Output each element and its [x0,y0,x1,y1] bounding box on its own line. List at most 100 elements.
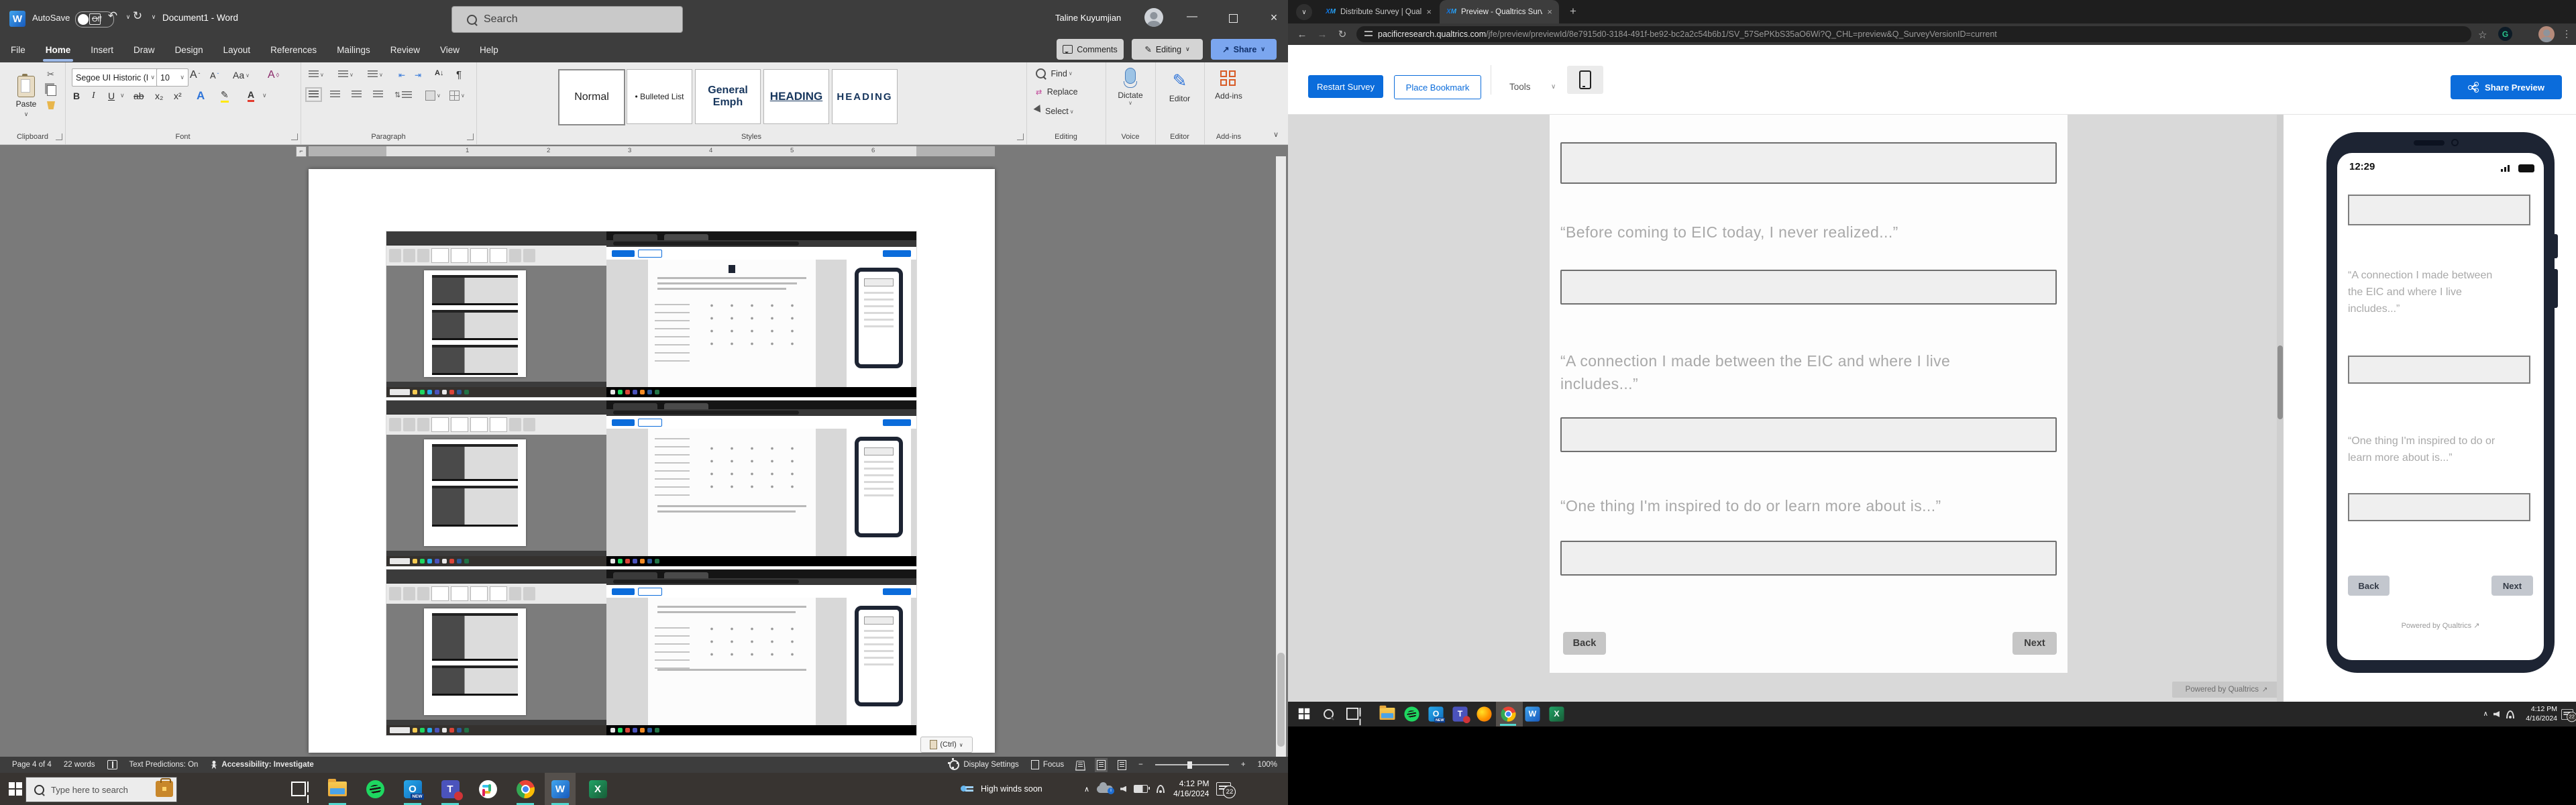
tab-view[interactable]: View [439,42,461,58]
taskbar-teams[interactable]: T [440,779,460,799]
preview-scrollbar[interactable] [2277,115,2284,702]
text-entry-q4[interactable] [1560,541,2057,576]
embedded-screenshot-3[interactable] [386,570,916,735]
strikethrough-button[interactable]: ab [133,91,144,101]
close-tab-icon[interactable]: × [1547,7,1552,17]
wifi-icon[interactable] [2505,710,2516,718]
select-button[interactable]: Select∨ [1036,106,1074,117]
read-mode-button[interactable] [1076,760,1085,770]
zoom-in-button[interactable]: + [1241,761,1246,769]
display-settings-button[interactable]: Display Settings [949,760,1018,770]
taskbar-outlook[interactable]: O [402,779,423,799]
embedded-screenshot-2[interactable] [386,400,916,566]
taskbar-slack[interactable] [478,779,498,799]
tab-home[interactable]: Home [44,42,72,58]
subscript-button[interactable]: x₂ [155,91,163,101]
font-size-select[interactable]: 10∨ [156,68,189,87]
taskbar-clock[interactable]: 4:12 PM4/16/2024 [2526,702,2557,727]
taskbar-excel[interactable]: X [1547,704,1566,723]
redo-button[interactable]: ↻ [129,9,146,23]
addins-button[interactable]: Add-ins [1204,70,1253,101]
text-entry-m1[interactable] [2348,195,2530,225]
web-layout-button[interactable] [1118,760,1126,770]
multilevel-list-button[interactable]: ∨ [368,70,383,78]
taskbar-clock[interactable]: 4:12 PM4/16/2024 [1173,779,1209,799]
chrome-menu-icon[interactable]: ⋮ [2562,28,2571,40]
text-effects-button[interactable]: A [197,89,205,103]
shading-button[interactable]: ∨ [425,91,441,101]
tab-references[interactable]: References [269,42,318,58]
battery-icon[interactable] [1134,785,1148,793]
text-entry-q2[interactable] [1560,270,2057,305]
style-heading1[interactable]: HEADING [763,69,829,124]
tab-selector[interactable]: ⌐ [296,146,307,157]
bookmark-star-icon[interactable]: ☆ [2478,29,2487,41]
url-bar[interactable]: pacificresearch.qualtrics.com/jfe/previe… [1356,26,2471,42]
new-tab-button[interactable]: + [1570,5,1576,18]
speaker-icon[interactable] [1120,786,1126,792]
styles-dialog-launcher-icon[interactable] [1017,133,1024,140]
taskbar-spotify[interactable] [365,779,385,799]
grow-font-button[interactable]: Aˆ [190,69,200,81]
line-spacing-button[interactable]: ⇅ [394,91,412,99]
shrink-font-button[interactable]: Aˇ [210,70,219,80]
text-predictions[interactable]: Text Predictions: On [129,761,199,769]
back-button-desktop[interactable]: Back [1563,632,1606,655]
mobile-view-toggle[interactable] [1567,66,1603,94]
focus-button[interactable]: Focus [1031,760,1064,769]
style-bulleted-list[interactable]: • Bulleted List [627,69,692,124]
clear-formatting-button[interactable]: A◊ [268,69,279,81]
scrollbar-thumb[interactable] [1277,653,1285,747]
comments-button[interactable]: Comments [1057,39,1124,60]
taskbar-spotify[interactable] [1402,704,1421,723]
taskbar-word[interactable]: W [1523,704,1542,723]
document-scrollbar[interactable] [1276,156,1286,757]
site-settings-icon[interactable] [1364,31,1373,38]
search-button[interactable] [1319,704,1338,723]
back-button[interactable]: ← [1292,29,1312,40]
tab-help[interactable]: Help [478,42,500,58]
replace-button[interactable]: ⇄ Replace [1036,87,1078,97]
taskbar-file-explorer[interactable] [1378,704,1397,723]
clipboard-dialog-launcher-icon[interactable] [56,133,62,140]
underline-button[interactable]: U [108,91,115,101]
zoom-slider[interactable] [1155,764,1229,765]
decrease-indent-button[interactable]: ⇤ [398,70,405,80]
taskbar-chrome[interactable] [515,779,535,799]
editing-mode-button[interactable]: ✎Editing∨ [1132,39,1203,60]
italic-button[interactable]: I [92,91,95,101]
powered-by-qualtrics-mobile[interactable]: Powered by Qualtrics ↗ [2337,621,2544,630]
save-icon[interactable] [89,13,101,25]
speaker-icon[interactable] [2493,711,2500,717]
taskbar-teams[interactable]: T [1450,704,1469,723]
word-count[interactable]: 22 words [64,761,95,769]
quick-access-dropdown-icon[interactable]: ∨ [145,13,162,21]
grammarly-extension-icon[interactable]: G [2498,27,2512,41]
text-entry-m2[interactable] [2348,356,2530,384]
task-view-button[interactable] [1343,704,1362,723]
justify-button[interactable] [373,91,383,99]
align-center-button[interactable] [330,91,340,99]
align-left-button[interactable] [309,91,319,99]
horizontal-ruler[interactable]: 1 2 3 4 5 6 [309,146,995,156]
tab-preview-survey-active[interactable]: XM Preview - Qualtrics Survey | Qu × [1440,0,1559,23]
style-heading2[interactable]: HEADING [832,69,898,124]
task-view-button[interactable] [288,779,309,799]
change-case-button[interactable]: Aa∨ [233,70,250,80]
cut-button[interactable]: ✂ [47,69,56,80]
next-button-desktop[interactable]: Next [2012,632,2057,655]
tab-review[interactable]: Review [389,42,421,58]
restore-button[interactable] [1229,14,1238,23]
superscript-button[interactable]: x² [174,91,182,101]
print-layout-button[interactable] [1097,760,1106,770]
sort-button[interactable]: A↓ [435,69,443,77]
accessibility-status[interactable]: Accessibility: Investigate [210,761,313,769]
weather-widget[interactable]: High winds soon [961,773,1042,805]
tab-layout[interactable]: Layout [222,42,252,58]
zoom-level[interactable]: 100% [1258,761,1277,769]
zoom-slider-knob[interactable] [1187,761,1192,769]
tab-insert[interactable]: Insert [89,42,115,58]
start-button[interactable] [1295,704,1313,723]
scrollbar-thumb[interactable] [2277,345,2283,419]
taskbar-outlook[interactable]: O [1426,704,1445,723]
